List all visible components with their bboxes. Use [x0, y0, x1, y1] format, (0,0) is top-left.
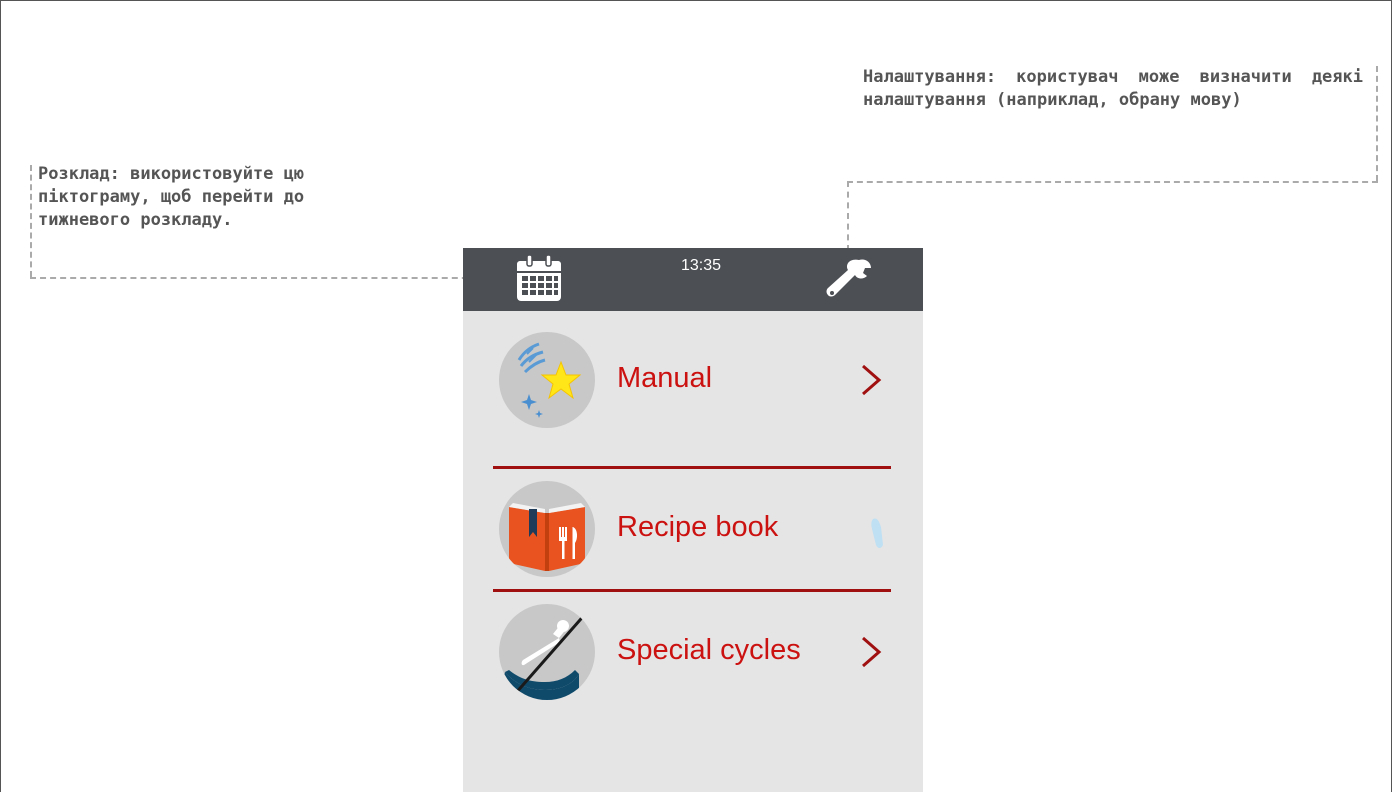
schedule-button[interactable]	[513, 253, 565, 303]
settings-callout-bracket	[1376, 66, 1378, 181]
top-bar: 13:35	[463, 248, 923, 311]
schedule-callout-leader	[30, 277, 508, 279]
menu-divider	[493, 466, 891, 469]
wrench-icon	[826, 259, 871, 297]
settings-callout-leader	[847, 181, 1378, 183]
menu-item-label: Recipe book	[617, 511, 779, 543]
menu-item-label: Manual	[617, 362, 713, 394]
calendar-icon	[517, 254, 561, 301]
chevron-right-icon	[862, 364, 882, 396]
scroll-hint-icon	[871, 518, 883, 548]
settings-annotation: Налаштування: користувач може визначити …	[863, 67, 1363, 110]
settings-button[interactable]	[823, 254, 875, 304]
clock: 13:35	[680, 257, 722, 274]
recipe-book-icon	[499, 481, 595, 577]
menu-item-label: Special cycles	[617, 634, 801, 666]
menu-item-manual[interactable]: Manual	[493, 332, 893, 452]
chevron-right-icon	[862, 636, 882, 668]
menu-item-special-cycles[interactable]: Special cycles	[493, 604, 893, 724]
schedule-callout-bracket	[30, 165, 32, 277]
settings-callout-drop	[847, 181, 849, 251]
menu-item-recipe-book[interactable]: Recipe book	[493, 481, 893, 601]
menu-divider	[493, 589, 891, 592]
special-cycles-icon	[499, 604, 595, 700]
schedule-annotation: Розклад: використовуйте цю піктограму, щ…	[38, 164, 305, 230]
manual-sparkle-icon	[499, 332, 595, 428]
device-screen: 13:35 Manual Recipe book Special cycles	[463, 248, 923, 792]
